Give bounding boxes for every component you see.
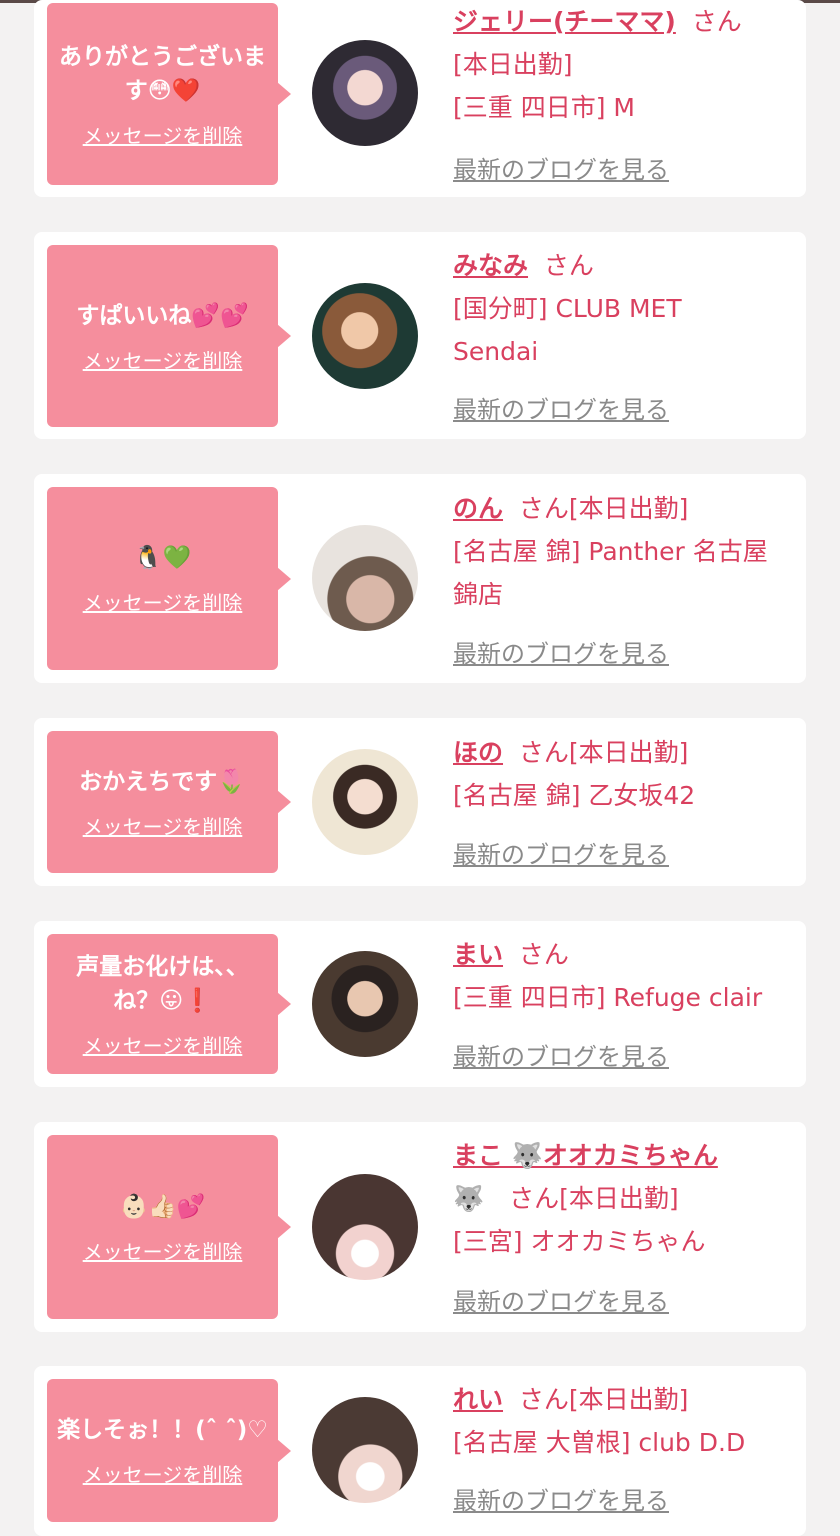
blog-link[interactable]: 最新のブログを見る: [453, 634, 669, 669]
profile-info: みなみ さん [国分町] CLUB MET Sendai: [453, 244, 798, 373]
shop-line: [三重 四日市] M: [453, 93, 635, 122]
profile-info: のん さん[本日出勤] [名古屋 錦] Panther 名古屋 錦店: [453, 487, 798, 616]
avatar[interactable]: [312, 283, 418, 389]
shop-line: [三重 四日市] Refuge clair: [453, 983, 763, 1012]
message-bubble: ありがとうございます😳❤️ メッセージを削除: [47, 3, 291, 185]
favorite-card: おかえちです🌷 メッセージを削除 ほの さん[本日出勤] [名古屋 錦] 乙女坂…: [34, 718, 806, 886]
favorite-card: すぱいいね💕💕 メッセージを削除 みなみ さん [国分町] CLUB MET S…: [34, 232, 806, 439]
blog-link[interactable]: 最新のブログを見る: [453, 390, 669, 425]
favorite-card: 👶🏻👍🏻💕 メッセージを削除 まこ 🐺オオカミちゃん 🐺 さん[本日出勤] [三…: [34, 1122, 806, 1332]
favorite-card: 🐧💚 メッセージを削除 のん さん[本日出勤] [名古屋 錦] Panther …: [34, 474, 806, 683]
message-text: 👶🏻👍🏻💕: [119, 1193, 206, 1220]
profile-info: まい さん [三重 四日市] Refuge clair: [453, 933, 798, 1019]
message-text: 🐧💚: [133, 545, 192, 571]
avatar[interactable]: [312, 1174, 418, 1280]
avatar[interactable]: [312, 40, 418, 146]
message-bubble: おかえちです🌷 メッセージを削除: [47, 731, 291, 873]
honorific: さん[本日出勤]: [518, 738, 689, 767]
favorite-card: 楽しそぉ！！(ˆ ˆ)♡ メッセージを削除 れい さん[本日出勤] [名古屋 大…: [34, 1366, 806, 1536]
shop-line-2: 錦店: [453, 580, 504, 609]
honorific: さん[本日出勤]: [518, 1385, 689, 1414]
honorific: さん[本日出勤]: [518, 494, 689, 523]
delete-message-link[interactable]: メッセージを削除: [83, 1236, 243, 1265]
delete-message-link[interactable]: メッセージを削除: [83, 1030, 243, 1059]
profile-info: まこ 🐺オオカミちゃん 🐺 さん[本日出勤] [三宮] オオカミちゃん: [453, 1134, 798, 1263]
message-bubble: 🐧💚 メッセージを削除: [47, 487, 291, 670]
shop-line-2: Sendai: [453, 337, 539, 366]
honorific: さん: [543, 251, 594, 280]
profile-info: ジェリー(チーママ) さん [本日出勤] [三重 四日市] M: [453, 0, 798, 129]
name-link[interactable]: のん: [453, 494, 503, 523]
message-text: おかえちです🌷: [79, 768, 246, 795]
blog-link[interactable]: 最新のブログを見る: [453, 1282, 669, 1317]
avatar[interactable]: [312, 951, 418, 1057]
message-bubble: すぱいいね💕💕 メッセージを削除: [47, 245, 291, 427]
message-bubble: 楽しそぉ！！(ˆ ˆ)♡ メッセージを削除: [47, 1379, 291, 1522]
message-bubble: 声量お化けは、、ね？😛❗️ メッセージを削除: [47, 934, 291, 1074]
status-line: [本日出勤]: [453, 50, 573, 79]
honorific: さん: [691, 7, 742, 36]
avatar[interactable]: [312, 1397, 418, 1503]
name-link[interactable]: ジェリー(チーママ): [453, 7, 676, 36]
avatar[interactable]: [312, 525, 418, 631]
shop-line: [名古屋 大曽根] club D.D: [453, 1428, 746, 1457]
profile-info: れい さん[本日出勤] [名古屋 大曽根] club D.D: [453, 1378, 798, 1464]
name-link[interactable]: みなみ: [453, 251, 528, 280]
message-bubble: 👶🏻👍🏻💕 メッセージを削除: [47, 1135, 291, 1319]
message-text: ありがとうございます😳❤️: [59, 43, 266, 104]
favorite-card: 声量お化けは、、ね？😛❗️ メッセージを削除 まい さん [三重 四日市] Re…: [34, 921, 806, 1087]
shop-line: [国分町] CLUB MET: [453, 294, 682, 323]
shop-line: [三宮] オオカミちゃん: [453, 1227, 706, 1256]
blog-link[interactable]: 最新のブログを見る: [453, 150, 669, 185]
name-link[interactable]: ほの: [453, 738, 503, 767]
avatar[interactable]: [312, 749, 418, 855]
delete-message-link[interactable]: メッセージを削除: [83, 1459, 243, 1488]
blog-link[interactable]: 最新のブログを見る: [453, 1481, 669, 1516]
name-link[interactable]: まこ 🐺オオカミちゃん: [453, 1141, 718, 1170]
favorite-card: ありがとうございます😳❤️ メッセージを削除 ジェリー(チーママ) さん [本日…: [34, 0, 806, 197]
message-text: 楽しそぉ！！(ˆ ˆ)♡: [57, 1417, 268, 1443]
delete-message-link[interactable]: メッセージを削除: [83, 587, 243, 616]
message-text: 声量お化けは、、ね？😛❗️: [76, 953, 249, 1014]
delete-message-link[interactable]: メッセージを削除: [83, 120, 243, 149]
profile-info: ほの さん[本日出勤] [名古屋 錦] 乙女坂42: [453, 731, 798, 817]
honorific: 🐺 さん[本日出勤]: [453, 1184, 679, 1213]
shop-line: [名古屋 錦] Panther 名古屋: [453, 537, 768, 566]
blog-link[interactable]: 最新のブログを見る: [453, 835, 669, 870]
name-link[interactable]: れい: [453, 1385, 503, 1414]
message-text: すぱいいね💕💕: [76, 302, 249, 329]
blog-link[interactable]: 最新のブログを見る: [453, 1037, 669, 1072]
name-link[interactable]: まい: [453, 940, 503, 969]
delete-message-link[interactable]: メッセージを削除: [83, 345, 243, 374]
honorific: さん: [518, 940, 569, 969]
shop-line: [名古屋 錦] 乙女坂42: [453, 781, 696, 810]
delete-message-link[interactable]: メッセージを削除: [83, 811, 243, 840]
